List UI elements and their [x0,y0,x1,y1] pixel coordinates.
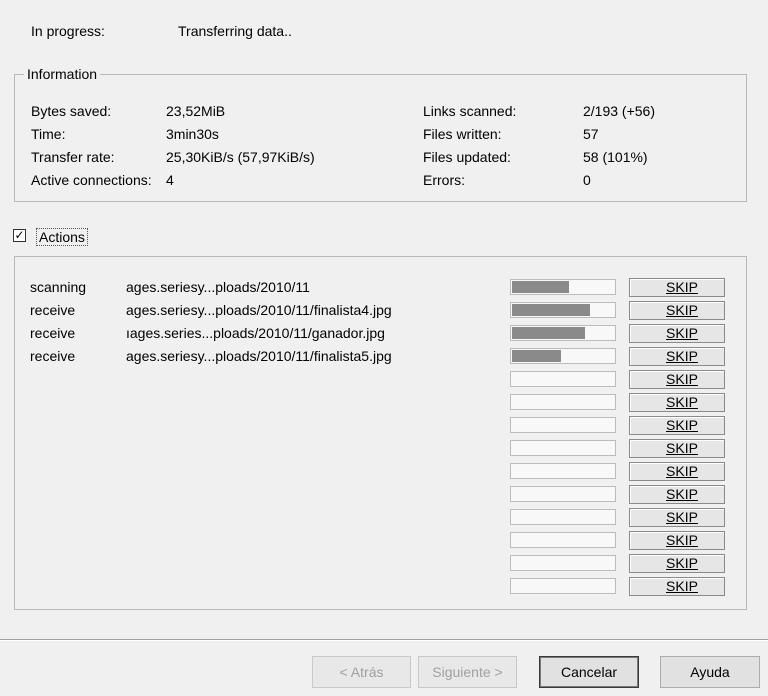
action-row: SKIP [15,415,746,435]
skip-button[interactable]: SKIP [629,439,725,458]
next-button[interactable]: Siguiente > [418,656,517,688]
action-url: ages.seriesy...ploads/2010/11/finalista4… [126,302,392,318]
info-label: Bytes saved: [31,103,112,119]
action-type: scanning [30,279,87,295]
info-label: Errors: [423,172,465,188]
dialog-separator-highlight [0,640,768,641]
actions-checkbox[interactable]: ✓ [13,229,26,242]
action-progress-fill [512,327,585,339]
action-row: SKIP [15,392,746,412]
action-progress-fill [512,281,569,293]
action-url: ages.seriesy...ploads/2010/11 [126,279,310,295]
checkmark-icon: ✓ [14,228,25,242]
action-progress-bar [510,348,616,364]
action-progress-bar [510,325,616,341]
action-row: receive ages.seriesy...ploads/2010/11/fin… [15,346,746,366]
help-button-label: Ayuda [690,664,730,680]
skip-button[interactable]: SKIP [629,416,725,435]
action-row: SKIP [15,484,746,504]
info-label: Files updated: [423,149,511,165]
info-value: 4 [166,172,174,188]
next-button-label: Siguiente > [432,664,503,680]
actions-panel: scanning ages.seriesy...ploads/2010/11 SKI… [14,256,747,610]
action-progress-fill [512,304,590,316]
action-progress-bar [510,440,616,456]
action-row: SKIP [15,461,746,481]
back-button-label: < Atrás [339,664,384,680]
back-button[interactable]: < Atrás [312,656,411,688]
info-value: 0 [583,172,591,188]
action-row: SKIP [15,553,746,573]
help-button[interactable]: Ayuda [660,656,760,688]
action-type: receive [30,302,76,318]
action-progress-bar [510,486,616,502]
skip-button[interactable]: SKIP [629,577,725,596]
info-value: 58 (101%) [583,149,648,165]
info-label: Transfer rate: [31,149,115,165]
action-row: SKIP [15,507,746,527]
action-row: SKIP [15,530,746,550]
info-value: 3min30s [166,126,219,142]
skip-button[interactable]: SKIP [629,554,725,573]
skip-button[interactable]: SKIP [629,393,725,412]
info-value: 2/193 (+56) [583,103,655,119]
cancel-button[interactable]: Cancelar [539,656,639,688]
action-progress-bar [510,394,616,410]
status-label: In progress: [31,23,105,39]
actions-checkbox-label[interactable]: Actions [36,228,88,246]
info-label: Time: [31,126,66,142]
info-label: Active connections: [31,172,152,188]
action-progress-bar [510,532,616,548]
action-row: scanning ages.seriesy...ploads/2010/11 SKI… [15,277,746,297]
action-progress-bar [510,279,616,295]
info-label: Files written: [423,126,502,142]
action-progress-bar [510,555,616,571]
skip-button[interactable]: SKIP [629,462,725,481]
skip-button[interactable]: SKIP [629,485,725,504]
info-value: 23,52MiB [166,103,226,119]
action-progress-bar [510,417,616,433]
action-progress-bar [510,302,616,318]
skip-button[interactable]: SKIP [629,278,725,297]
info-label: Links scanned: [423,103,517,119]
skip-button[interactable]: SKIP [629,301,725,320]
skip-button[interactable]: SKIP [629,508,725,527]
action-row: receive ages.seriesy...ploads/2010/11/fin… [15,300,746,320]
action-progress-bar [510,371,616,387]
action-url: ıages.series...ploads/2010/11/ganador.jp… [126,325,385,341]
action-row: SKIP [15,369,746,389]
action-row: SKIP [15,576,746,596]
action-type: receive [30,348,76,364]
action-url: ages.seriesy...ploads/2010/11/finalista5… [126,348,392,364]
skip-button[interactable]: SKIP [629,324,725,343]
info-value: 25,30KiB/s (57,97KiB/s) [166,149,315,165]
skip-button[interactable]: SKIP [629,531,725,550]
status-value: Transferring data.. [178,23,292,39]
action-progress-bar [510,509,616,525]
action-row: SKIP [15,438,746,458]
action-progress-bar [510,578,616,594]
information-legend: Information [24,66,101,82]
action-row: receive ıages.series...ploads/2010/11/gan… [15,323,746,343]
action-progress-bar [510,463,616,479]
cancel-button-label: Cancelar [560,664,618,680]
action-type: receive [30,325,76,341]
info-value: 57 [583,126,599,142]
skip-button[interactable]: SKIP [629,347,725,366]
skip-button[interactable]: SKIP [629,370,725,389]
action-progress-fill [512,350,561,362]
